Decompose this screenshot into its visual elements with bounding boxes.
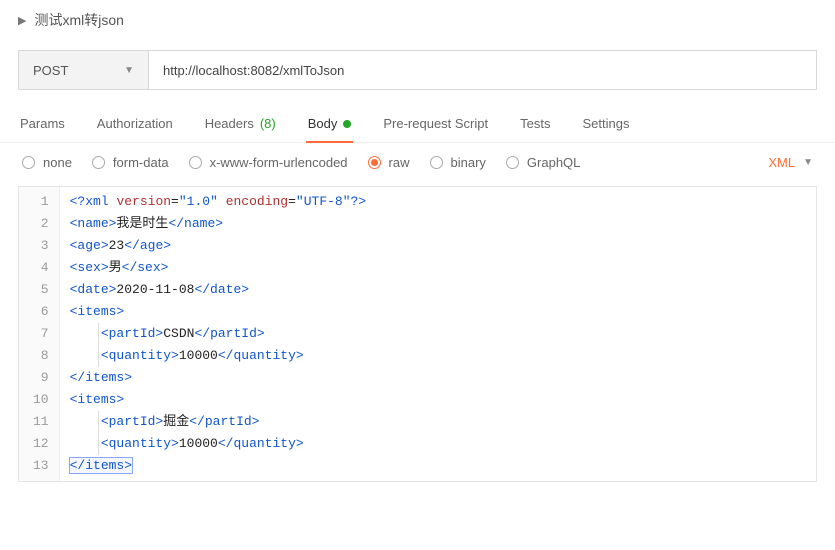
body-type-binary[interactable]: binary	[430, 155, 486, 170]
body-type-binary-label: binary	[451, 155, 486, 170]
line-number: 7	[33, 323, 49, 345]
line-number: 12	[33, 433, 49, 455]
tab-headers-count: (8)	[260, 116, 276, 131]
tab-authorization-label: Authorization	[97, 116, 173, 131]
tab-settings[interactable]: Settings	[580, 108, 631, 143]
line-number: 2	[33, 213, 49, 235]
code-line[interactable]: <date>2020-11-08</date>	[70, 279, 367, 301]
code-line[interactable]: <items>	[70, 389, 367, 411]
line-number: 8	[33, 345, 49, 367]
request-title: 测试xml转json	[34, 10, 123, 30]
tab-headers-label: Headers	[205, 116, 254, 131]
http-method-select[interactable]: POST ▼	[18, 50, 148, 90]
request-tabs: Params Authorization Headers (8) Body Pr…	[0, 108, 835, 143]
body-type-raw-label: raw	[389, 155, 410, 170]
code-line[interactable]: <?xml version="1.0" encoding="UTF-8"?>	[70, 191, 367, 213]
code-line[interactable]: </items>	[70, 367, 367, 389]
radio-icon	[189, 156, 202, 169]
chevron-down-icon: ▼	[124, 65, 134, 76]
line-number: 10	[33, 389, 49, 411]
body-type-raw[interactable]: raw	[368, 155, 410, 170]
body-type-xwww-label: x-www-form-urlencoded	[210, 155, 348, 170]
http-method-label: POST	[33, 63, 68, 78]
tab-tests[interactable]: Tests	[518, 108, 552, 143]
body-type-formdata-label: form-data	[113, 155, 169, 170]
line-number: 9	[33, 367, 49, 389]
code-line[interactable]: </items>	[70, 455, 367, 477]
radio-icon	[92, 156, 105, 169]
raw-language-label: XML	[768, 155, 795, 170]
tab-prerequest[interactable]: Pre-request Script	[381, 108, 490, 143]
tab-body-label: Body	[308, 116, 338, 131]
body-type-xwww[interactable]: x-www-form-urlencoded	[189, 155, 348, 170]
radio-icon	[430, 156, 443, 169]
tab-params[interactable]: Params	[18, 108, 67, 143]
line-number: 6	[33, 301, 49, 323]
radio-icon	[22, 156, 35, 169]
body-type-graphql-label: GraphQL	[527, 155, 580, 170]
line-number: 13	[33, 455, 49, 477]
code-line[interactable]: <name>我是时生</name>	[70, 213, 367, 235]
body-type-row: none form-data x-www-form-urlencoded raw…	[0, 143, 835, 180]
chevron-down-icon: ▼	[803, 157, 813, 168]
unsaved-dot-icon	[343, 120, 351, 128]
raw-language-select[interactable]: XML ▼	[768, 155, 813, 170]
tab-authorization[interactable]: Authorization	[95, 108, 175, 143]
request-row: POST ▼	[0, 38, 835, 108]
code-line[interactable]: <items>	[70, 301, 367, 323]
url-input[interactable]	[148, 50, 817, 90]
editor-gutter: 12345678910111213	[19, 187, 60, 481]
body-type-graphql[interactable]: GraphQL	[506, 155, 580, 170]
line-number: 5	[33, 279, 49, 301]
code-line[interactable]: <partId>掘金</partId>	[70, 411, 367, 433]
body-type-formdata[interactable]: form-data	[92, 155, 169, 170]
code-line[interactable]: <partId>CSDN</partId>	[70, 323, 367, 345]
request-header: ▶ 测试xml转json	[0, 0, 835, 38]
tab-body[interactable]: Body	[306, 108, 354, 143]
editor-code[interactable]: <?xml version="1.0" encoding="UTF-8"?><n…	[60, 187, 377, 481]
tab-headers[interactable]: Headers (8)	[203, 108, 278, 143]
tab-prerequest-label: Pre-request Script	[383, 116, 488, 131]
line-number: 11	[33, 411, 49, 433]
collapse-arrow-icon[interactable]: ▶	[18, 14, 26, 27]
code-line[interactable]: <quantity>10000</quantity>	[70, 345, 367, 367]
line-number: 3	[33, 235, 49, 257]
radio-icon	[368, 156, 381, 169]
code-line[interactable]: <quantity>10000</quantity>	[70, 433, 367, 455]
code-line[interactable]: <age>23</age>	[70, 235, 367, 257]
radio-icon	[506, 156, 519, 169]
tab-tests-label: Tests	[520, 116, 550, 131]
body-type-none-label: none	[43, 155, 72, 170]
code-line[interactable]: <sex>男</sex>	[70, 257, 367, 279]
line-number: 1	[33, 191, 49, 213]
tab-params-label: Params	[20, 116, 65, 131]
body-editor[interactable]: 12345678910111213 <?xml version="1.0" en…	[18, 186, 817, 482]
body-type-none[interactable]: none	[22, 155, 72, 170]
tab-settings-label: Settings	[582, 116, 629, 131]
line-number: 4	[33, 257, 49, 279]
